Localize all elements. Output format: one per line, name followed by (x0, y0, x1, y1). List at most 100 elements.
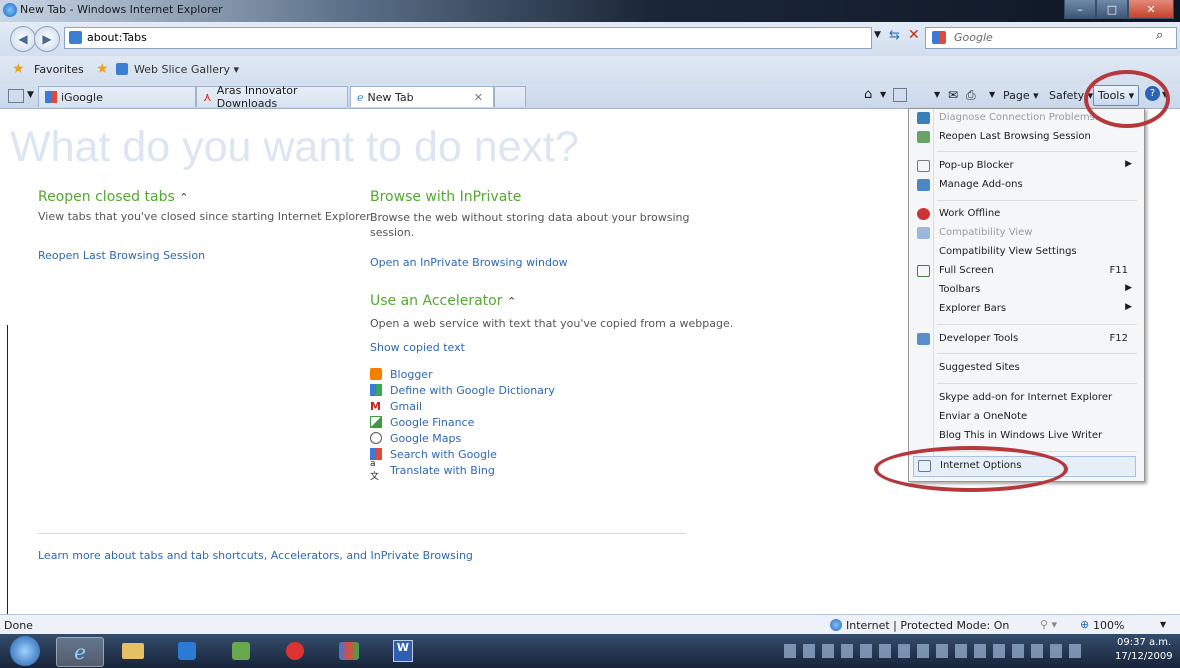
clock-time[interactable]: 09:37 a.m. (1117, 637, 1171, 648)
maximize-button[interactable]: □ (1096, 0, 1128, 19)
taskbar: ℯ W 09:37 a.m. 17/12/2009 (0, 634, 1180, 668)
back-button[interactable]: ◀ (10, 26, 36, 52)
stop-icon[interactable]: ✕ (908, 27, 920, 43)
taskbar-red-app-icon[interactable] (272, 637, 318, 665)
menu-separator (937, 324, 1137, 325)
quick-tabs-icon[interactable] (8, 89, 24, 103)
mail-icon[interactable]: ✉ (948, 88, 958, 102)
list-item[interactable]: M Gmail (370, 398, 555, 414)
menu-item-popup-blocker[interactable]: Pop-up Blocker ▶ (909, 157, 1142, 176)
system-tray-icons[interactable] (784, 644, 1084, 658)
gmail-icon: M (370, 399, 381, 413)
protected-mode-icon[interactable]: ⚲ ▾ (1040, 618, 1057, 631)
web-slice-icon (116, 63, 128, 75)
taskbar-network-icon[interactable] (326, 637, 372, 665)
start-button[interactable] (10, 636, 40, 666)
clock-date[interactable]: 17/12/2009 (1115, 651, 1173, 662)
home-icon[interactable]: ⌂ (864, 87, 872, 102)
inprivate-desc: Browse the web without storing data abou… (370, 211, 690, 224)
menu-item-blog-this[interactable]: Blog This in Windows Live Writer (909, 427, 1142, 446)
address-dropdown-icon[interactable]: ▼ (874, 30, 881, 40)
print-dropdown-icon[interactable]: ▼ (989, 90, 995, 99)
taskbar-ie-icon[interactable]: ℯ (56, 637, 104, 667)
feeds-dropdown-icon[interactable]: ▼ (934, 90, 940, 99)
new-tab-button[interactable] (494, 86, 526, 107)
show-copied-text-link[interactable]: Show copied text (370, 341, 465, 354)
zoom-icon[interactable]: ⊕ (1080, 618, 1089, 631)
menu-item-explorer-bars[interactable]: Explorer Bars ▶ (909, 300, 1142, 319)
list-item[interactable]: Blogger (370, 366, 555, 382)
menu-item-toolbars[interactable]: Toolbars ▶ (909, 281, 1142, 300)
menu-item-compat-view[interactable]: Compatibility View (909, 224, 1142, 243)
menu-item-compat-settings[interactable]: Compatibility View Settings (909, 243, 1142, 262)
diagnose-icon (917, 112, 930, 124)
menu-item-reopen-session[interactable]: Reopen Last Browsing Session (909, 128, 1142, 147)
submenu-arrow-icon: ▶ (1125, 159, 1132, 169)
reopen-last-session-link[interactable]: Reopen Last Browsing Session (38, 249, 205, 262)
menu-label: Manage Add-ons (939, 179, 1023, 190)
taskbar-media-icon[interactable] (164, 637, 210, 665)
url-text: about:Tabs (87, 31, 147, 44)
menu-label: Reopen Last Browsing Session (939, 131, 1091, 142)
taskbar-app-icon[interactable] (218, 637, 264, 665)
title-bar: New Tab - Windows Internet Explorer – □ … (0, 0, 1180, 22)
feeds-icon[interactable] (893, 88, 907, 102)
list-item[interactable]: Google Finance (370, 414, 555, 430)
list-item[interactable]: Define with Google Dictionary (370, 382, 555, 398)
window-controls: – □ ✕ (1064, 0, 1174, 20)
close-button[interactable]: ✕ (1128, 0, 1174, 19)
menu-separator (937, 353, 1137, 354)
favorites-button[interactable]: Favorites (34, 63, 84, 76)
security-zone[interactable]: Internet | Protected Mode: On (846, 619, 1009, 632)
translate-icon: a文 (370, 458, 380, 482)
menu-item-skype[interactable]: Skype add-on for Internet Explorer (909, 389, 1142, 408)
favorites-star-icon: ★ (12, 61, 25, 77)
menu-item-full-screen[interactable]: Full Screen F11 (909, 262, 1142, 281)
page-menu-button[interactable]: Page ▾ (1003, 89, 1039, 102)
forward-button[interactable]: ▶ (34, 26, 60, 52)
menu-item-manage-addons[interactable]: Manage Add-ons (909, 176, 1142, 195)
submenu-arrow-icon: ▶ (1125, 302, 1132, 312)
status-text: Done (4, 619, 33, 632)
list-item[interactable]: a文 Translate with Bing (370, 459, 555, 482)
developer-tools-icon (917, 333, 930, 345)
accelerator-desc: Open a web service with text that you've… (370, 317, 734, 330)
minimize-button[interactable]: – (1064, 0, 1096, 19)
window-title: New Tab - Windows Internet Explorer (20, 3, 223, 16)
search-icon[interactable]: ⌕ (1156, 28, 1163, 43)
close-tab-icon[interactable]: ✕ (474, 91, 483, 104)
zoom-dropdown-icon[interactable]: ▼ (1160, 620, 1166, 629)
accelerator-label: Google Finance (390, 415, 475, 429)
learn-more-link[interactable]: Learn more about tabs and tab shortcuts,… (38, 549, 473, 562)
refresh-icon[interactable]: ⇆ (889, 28, 900, 43)
print-icon[interactable]: ⎙ (966, 88, 976, 103)
google-icon (932, 31, 946, 44)
list-item[interactable]: Search with Google (370, 446, 555, 462)
tab-igoogle[interactable]: iGoogle (38, 86, 196, 107)
search-input[interactable]: Google (925, 27, 1177, 49)
home-dropdown-icon[interactable]: ▼ (880, 90, 886, 99)
menu-item-developer-tools[interactable]: Developer Tools F12 (909, 330, 1142, 349)
web-slice-gallery-link[interactable]: Web Slice Gallery ▾ (134, 63, 239, 76)
list-item[interactable]: Google Maps (370, 430, 555, 446)
address-field[interactable]: about:Tabs (64, 27, 872, 49)
inprivate-heading: Browse with InPrivate (370, 189, 522, 205)
reopen-tabs-desc: View tabs that you've closed since start… (38, 210, 374, 223)
tab-aras[interactable]: ⋏ Aras Innovator Downloads (196, 84, 348, 110)
page-heading: What do you want to do next? (10, 123, 579, 171)
accelerator-label: Blogger (390, 367, 433, 381)
tab-new-tab[interactable]: ℯ New Tab ✕ (350, 86, 494, 107)
open-inprivate-link[interactable]: Open an InPrivate Browsing window (370, 256, 568, 269)
add-favorites-icon[interactable]: ★ (96, 61, 109, 77)
menu-item-onenote[interactable]: Enviar a OneNote (909, 408, 1142, 427)
menu-separator (937, 200, 1137, 201)
menu-item-work-offline[interactable]: Work Offline (909, 205, 1142, 224)
accelerator-list: Blogger Define with Google Dictionary M … (370, 366, 555, 482)
taskbar-word-icon[interactable]: W (380, 637, 426, 665)
zoom-level[interactable]: 100% (1093, 619, 1124, 632)
collapse-icon[interactable]: ⌃ (507, 295, 516, 308)
taskbar-explorer-icon[interactable] (110, 637, 156, 665)
menu-item-suggested-sites[interactable]: Suggested Sites (909, 359, 1142, 378)
collapse-icon[interactable]: ⌃ (179, 191, 188, 204)
tab-list-dropdown-icon[interactable]: ▼ (27, 90, 34, 100)
